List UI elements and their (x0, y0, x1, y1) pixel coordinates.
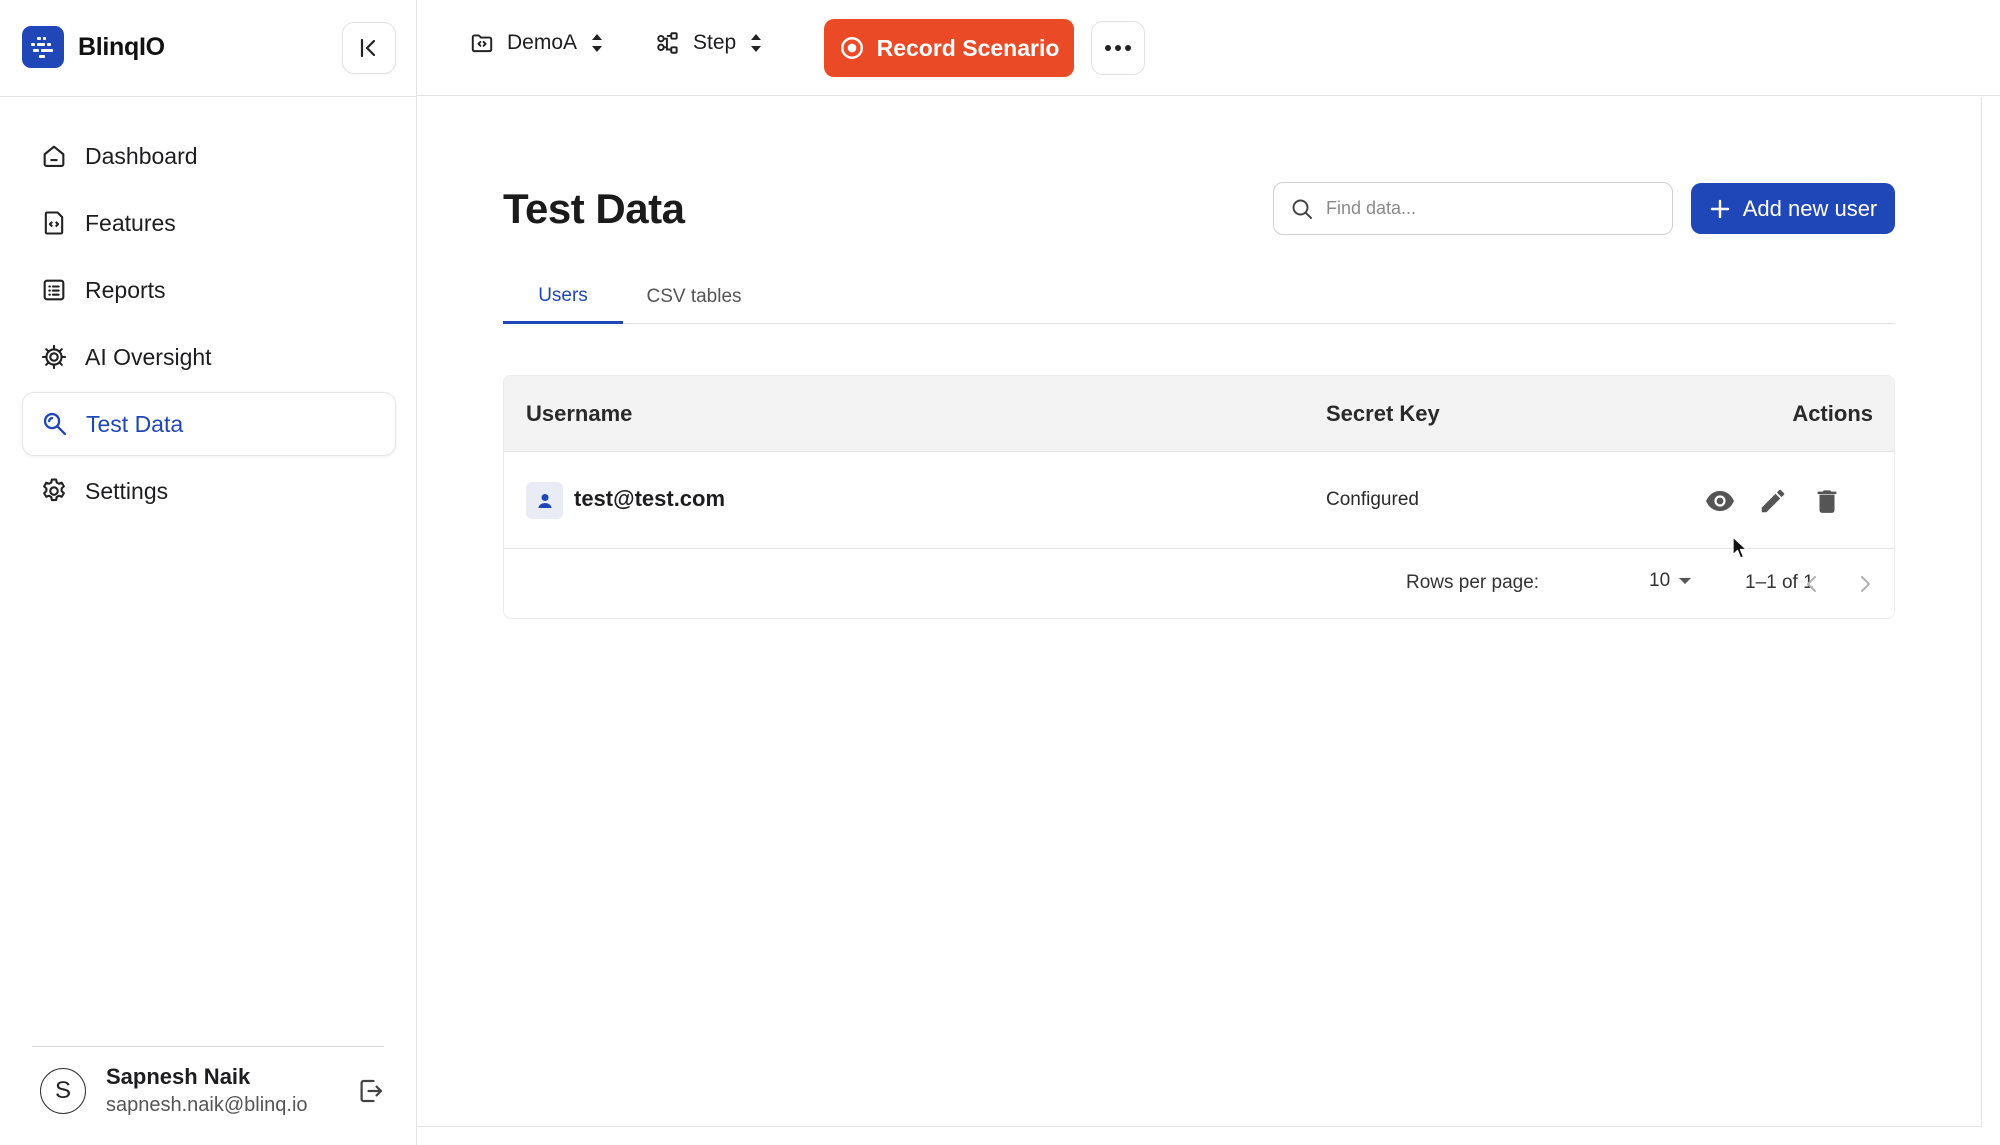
feature-file-icon (39, 208, 69, 238)
page-title: Test Data (503, 185, 685, 232)
project-selector[interactable]: DemoA (469, 30, 605, 56)
sidebar-item-label: AI Oversight (85, 343, 212, 370)
dropdown-arrow-icon (1679, 578, 1692, 584)
collapse-left-icon (360, 38, 376, 58)
search-box[interactable] (1273, 182, 1673, 235)
sidebar: BlinqIO Dashboard Features Reports AI Ov… (0, 0, 417, 1145)
tab-bar: Users CSV tables (503, 270, 1895, 324)
sidebar-divider (0, 96, 417, 97)
sort-updown-icon (592, 34, 603, 52)
user-divider (32, 1046, 384, 1047)
secret-key-cell: Configured (1326, 489, 1419, 510)
sidebar-item-label: Settings (85, 477, 169, 504)
pencil-icon (1761, 489, 1785, 513)
plus-icon (1710, 199, 1729, 218)
sidebar-item-label: Features (85, 209, 176, 236)
table-row: test@test.com Configured (504, 452, 1894, 549)
column-header-secret-key: Secret Key (1326, 401, 1440, 426)
tab-users[interactable]: Users (503, 270, 623, 324)
more-options-button[interactable] (1091, 21, 1145, 75)
blinqio-logo-icon (22, 26, 64, 68)
trash-icon (1817, 490, 1837, 513)
main-content: Test Data Add new user Users CSV tables … (417, 97, 1982, 1127)
settings-icon (39, 476, 69, 506)
report-list-icon (39, 275, 69, 305)
project-name: DemoA (507, 31, 578, 54)
sidebar-item-features[interactable]: Features (22, 191, 396, 255)
user-name: Sapnesh Naik (106, 1064, 251, 1089)
mouse-cursor-icon (1731, 535, 1749, 561)
sidebar-item-ai-oversight[interactable]: AI Oversight (22, 325, 396, 389)
edit-button[interactable] (1756, 484, 1790, 518)
chevron-left-icon (1806, 575, 1817, 593)
sidebar-item-reports[interactable]: Reports (22, 258, 396, 322)
search-icon (1292, 199, 1312, 219)
top-bar: DemoA Step Record Scenario (417, 0, 2000, 96)
logout-button[interactable] (354, 1074, 388, 1108)
column-header-actions: Actions (1792, 401, 1873, 426)
rows-per-page-label: Rows per page: (1406, 572, 1540, 593)
view-button[interactable] (1703, 484, 1737, 518)
project-folder-icon (471, 34, 493, 53)
mode-selector[interactable]: Step (655, 30, 764, 56)
avatar: S (40, 1067, 86, 1114)
sidebar-item-label: Reports (85, 276, 166, 303)
sidebar-item-label: Test Data (86, 410, 184, 437)
eye-icon (1706, 491, 1734, 511)
rows-per-page-select[interactable]: 10 (1649, 570, 1692, 592)
table-header: Username Secret Key Actions (504, 376, 1894, 452)
sidebar-item-settings[interactable]: Settings (22, 459, 396, 523)
sidebar-item-test-data[interactable]: Test Data (22, 392, 396, 456)
sidebar-item-label: Dashboard (85, 142, 198, 169)
add-new-user-button[interactable]: Add new user (1691, 183, 1895, 234)
record-scenario-button[interactable]: Record Scenario (824, 19, 1074, 77)
mode-name: Step (693, 31, 737, 54)
record-icon (840, 37, 863, 59)
brand[interactable]: BlinqIO (22, 26, 165, 68)
step-flow-icon (657, 32, 678, 54)
previous-page-button[interactable] (1797, 569, 1827, 599)
user-email: sapnesh.naik@blinq.io (106, 1094, 308, 1116)
logout-icon (360, 1079, 383, 1103)
sidebar-item-dashboard[interactable]: Dashboard (22, 124, 396, 188)
tab-csv-tables[interactable]: CSV tables (623, 270, 765, 324)
user-profile[interactable]: S Sapnesh Naik sapnesh.naik@blinq.io (40, 1064, 308, 1117)
more-horizontal-icon (1105, 45, 1131, 51)
search-input[interactable] (1326, 198, 1646, 219)
username-cell: test@test.com (574, 486, 726, 511)
table-pagination: Rows per page: 10 1–1 of 1 (504, 549, 1894, 618)
users-table: Username Secret Key Actions test@test.co… (503, 375, 1895, 619)
sort-updown-icon (751, 34, 762, 52)
delete-button[interactable] (1810, 484, 1844, 518)
rows-per-page-value: 10 (1649, 570, 1671, 591)
collapse-sidebar-button[interactable] (342, 22, 396, 74)
chevron-right-icon (1860, 575, 1871, 593)
next-page-button[interactable] (1850, 569, 1880, 599)
home-icon (39, 141, 69, 171)
user-icon (526, 482, 563, 519)
record-label: Record Scenario (876, 34, 1060, 61)
sidebar-nav: Dashboard Features Reports AI Oversight … (22, 124, 396, 526)
search-data-icon (40, 409, 70, 439)
add-new-user-label: Add new user (1742, 195, 1878, 221)
column-header-username: Username (526, 401, 633, 426)
ai-gear-icon (39, 342, 69, 372)
brand-name: BlinqIO (78, 32, 165, 61)
